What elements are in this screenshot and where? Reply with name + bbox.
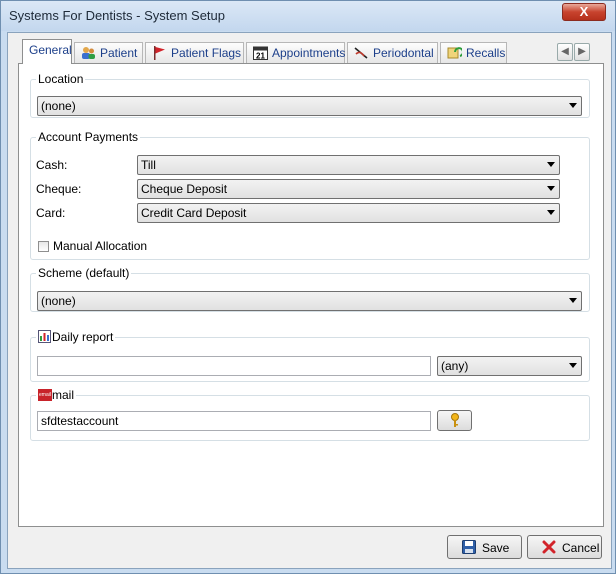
daily-report-label: Daily report [36,330,116,344]
red-x-icon [542,540,556,554]
chevron-down-icon [547,210,555,215]
account-payments-group: Account Payments Cash: Till Cheque: Cheq… [30,130,590,260]
chevron-down-icon [569,298,577,303]
scheme-select[interactable]: (none) [37,291,582,311]
tab-label: Patient [100,46,138,60]
location-value: (none) [41,99,76,113]
people-icon [82,47,95,59]
scheme-group: Scheme (default) (none) [30,266,590,312]
card-value: Credit Card Deposit [141,206,247,220]
tab-patient[interactable]: Patient [74,42,143,63]
cash-label: Cash: [36,158,68,172]
title-bar: Systems For Dentists - System Setup X [1,1,615,31]
chevron-down-icon [569,103,577,108]
flag-icon [154,46,165,60]
cash-value: Till [141,158,156,172]
calendar-icon: 21 [253,46,268,60]
email-label-text: mail [52,388,75,402]
calendar-day: 21 [256,52,265,61]
location-label: Location [36,72,86,86]
daily-report-filter-value: (any) [441,359,469,373]
tab-label: Recalls [466,46,506,60]
chevron-down-icon [547,186,555,191]
dialog-client: General Patient Patient Flags 21 Appoint… [7,32,612,569]
tab-label: Patient Flags [171,46,242,60]
manual-allocation-checkbox[interactable] [38,241,49,252]
location-group: Location (none) [30,72,590,118]
email-key-button[interactable] [437,410,472,431]
card-select[interactable]: Credit Card Deposit [137,203,560,223]
chevron-right-icon: ▶ [578,46,586,57]
tab-label: Appointments [272,46,346,60]
tab-label: General [29,43,72,57]
tab-scroll-left[interactable]: ◀ [557,43,573,61]
tab-patient-flags[interactable]: Patient Flags [145,42,244,63]
scheme-label: Scheme (default) [36,266,132,280]
location-select[interactable]: (none) [37,96,582,116]
tab-periodontal[interactable]: Periodontal [347,42,438,63]
save-button[interactable]: Save [447,535,522,559]
cheque-select[interactable]: Cheque Deposit [137,179,560,199]
email-label: email mail [36,388,77,402]
close-icon: X [579,4,589,19]
tab-label: Periodontal [373,46,434,60]
setup-window: Systems For Dentists - System Setup X Ge… [0,0,616,574]
cash-select[interactable]: Till [137,155,560,175]
card-label: Card: [36,206,66,220]
email-account-value: sfdtestaccount [41,414,119,428]
email-icon: email [38,389,52,401]
tab-appointments[interactable]: 21 Appointments [246,42,345,63]
chevron-left-icon: ◀ [561,46,569,57]
email-group: email mail sfdtestaccount [30,388,590,441]
daily-report-input[interactable] [37,356,431,376]
window-title: Systems For Dentists - System Setup [9,8,226,23]
cancel-label: Cancel [562,541,600,555]
cancel-button[interactable]: Cancel [527,535,602,559]
recall-icon [447,47,462,59]
save-label: Save [482,541,510,555]
scheme-value: (none) [41,294,76,308]
report-icon [38,330,51,343]
daily-report-text: Daily report [52,330,114,344]
tab-scroll-right[interactable]: ▶ [574,43,590,61]
tab-recalls[interactable]: Recalls [440,42,507,63]
general-tab-page: Location (none) Account Payments Cash: T… [18,63,604,527]
cheque-label: Cheque: [36,182,82,196]
tab-general[interactable]: General [22,39,72,64]
floppy-disk-icon [462,540,476,554]
daily-report-group: Daily report (any) [30,330,590,382]
cheque-value: Cheque Deposit [141,182,228,196]
chevron-down-icon [569,363,577,368]
perio-icon [354,47,368,59]
email-account-input[interactable]: sfdtestaccount [37,411,431,431]
account-payments-label: Account Payments [36,130,141,144]
manual-allocation-label: Manual Allocation [53,239,148,253]
daily-report-filter-select[interactable]: (any) [437,356,582,376]
chevron-down-icon [547,162,555,167]
key-icon [451,413,459,427]
close-button[interactable]: X [562,3,606,21]
